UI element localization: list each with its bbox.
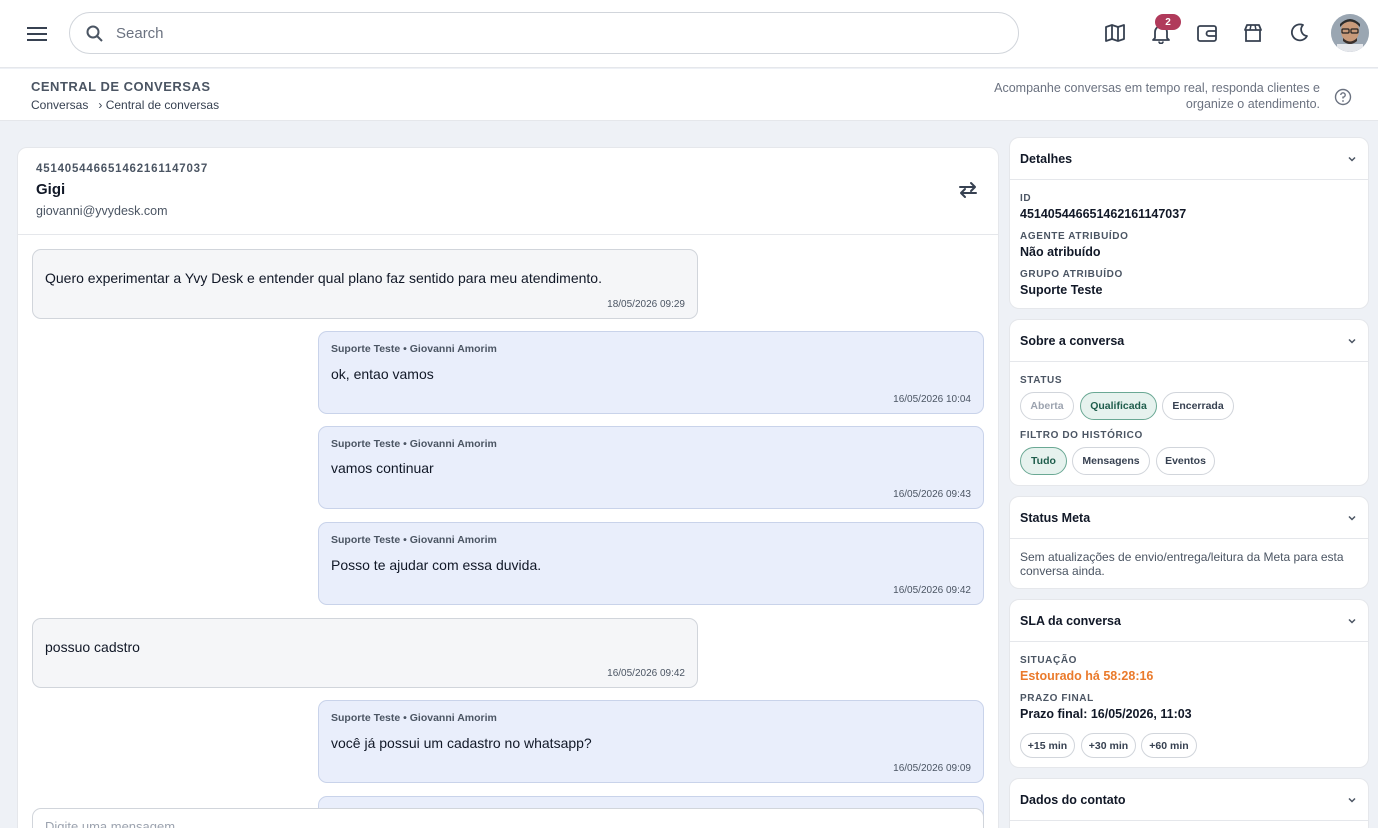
- message-outgoing: Suporte Teste • Giovanni Amorim vamos co…: [318, 426, 984, 509]
- contact-card-title: Dados do contato: [1020, 793, 1126, 807]
- agent-label: AGENTE ATRIBUÍDO: [1020, 231, 1129, 242]
- meta-status-card: Status Meta Sem atualizações de envio/en…: [1009, 496, 1369, 589]
- map-button[interactable]: [1103, 21, 1127, 45]
- store-icon: [1244, 24, 1262, 42]
- sla-situation-label: SITUAÇÃO: [1020, 655, 1078, 666]
- group-label: GRUPO ATRIBUÍDO: [1020, 269, 1123, 280]
- message-composer: [32, 808, 984, 828]
- message-text: ok, entao vamos: [331, 366, 434, 382]
- message-sender: Suporte Teste • Giovanni Amorim: [331, 343, 497, 355]
- status-label: STATUS: [1020, 375, 1063, 386]
- history-chip-tudo[interactable]: Tudo: [1020, 447, 1067, 475]
- about-card: Sobre a conversa STATUS Aberta Qualifica…: [1009, 319, 1369, 486]
- chevron-down-icon: [1348, 797, 1356, 803]
- search-bar: [69, 12, 1019, 54]
- contact-card-header[interactable]: Dados do contato: [1010, 779, 1368, 821]
- meta-status-text: Sem atualizações de envio/entrega/leitur…: [1020, 550, 1344, 578]
- message-incoming: possuo cadstro 16/05/2026 09:42: [32, 618, 698, 688]
- message-sender: Suporte Teste • Giovanni Amorim: [331, 534, 497, 546]
- message-time: 16/05/2026 09:43: [893, 489, 971, 500]
- contact-email: giovanni@yvydesk.com: [36, 204, 168, 218]
- breadcrumb: Conversas › Central de conversas: [31, 98, 219, 112]
- page-title: CENTRAL DE CONVERSAS: [31, 79, 211, 94]
- notification-badge: 2: [1155, 14, 1181, 30]
- message-sender: Suporte Teste • Giovanni Amorim: [331, 438, 497, 450]
- page-description: Acompanhe conversas em tempo real, respo…: [994, 81, 1320, 111]
- top-bar: 2: [0, 0, 1378, 68]
- chevron-down-icon: [1348, 156, 1356, 162]
- status-chip-qualificada[interactable]: Qualificada: [1080, 392, 1157, 420]
- history-chip-eventos[interactable]: Eventos: [1156, 447, 1215, 475]
- sla-add-30-button[interactable]: +30 min: [1081, 733, 1136, 758]
- details-card-header[interactable]: Detalhes: [1010, 138, 1368, 180]
- help-icon[interactable]: [1334, 88, 1352, 106]
- agent-value: Não atribuído: [1020, 245, 1101, 259]
- message-outgoing: Suporte Teste • Giovanni Amorim ok, enta…: [318, 331, 984, 414]
- about-card-header[interactable]: Sobre a conversa: [1010, 320, 1368, 362]
- details-card: Detalhes ID 451405446651462161147037 AGE…: [1009, 137, 1369, 309]
- store-button[interactable]: [1241, 21, 1265, 45]
- status-chip-aberta[interactable]: Aberta: [1020, 392, 1074, 420]
- message-time: 18/05/2026 09:29: [607, 299, 685, 310]
- message-text: Quero experimentar a Yvy Desk e entender…: [45, 270, 602, 286]
- message-text: Posso te ajudar com essa duvida.: [331, 557, 542, 573]
- contact-card: Dados do contato: [1009, 778, 1369, 828]
- sla-situation-value: Estourado há 58:28:16: [1020, 669, 1154, 683]
- chevron-down-icon: [1348, 338, 1356, 344]
- conversation-header: 451405446651462161147037 Gigi giovanni@y…: [18, 148, 998, 235]
- id-value: 451405446651462161147037: [1020, 207, 1187, 221]
- id-label: ID: [1020, 193, 1032, 204]
- contact-name: Gigi: [36, 181, 66, 198]
- message-time: 16/05/2026 09:42: [607, 668, 685, 679]
- transfer-icon[interactable]: [956, 178, 980, 202]
- group-value: Suporte Teste: [1020, 283, 1103, 297]
- message-text: possuo cadstro: [45, 639, 140, 655]
- conversation-id: 451405446651462161147037: [36, 163, 209, 175]
- sla-card-header[interactable]: SLA da conversa: [1010, 600, 1368, 642]
- page-header: CENTRAL DE CONVERSAS Conversas › Central…: [0, 69, 1378, 121]
- chevron-down-icon: [1348, 618, 1356, 624]
- sla-card: SLA da conversa SITUAÇÃO Estourado há 58…: [1009, 599, 1369, 768]
- wallet-button[interactable]: [1195, 21, 1219, 45]
- avatar[interactable]: [1331, 14, 1369, 52]
- chevron-down-icon: [1348, 515, 1356, 521]
- history-filter-label: FILTRO DO HISTÓRICO: [1020, 430, 1143, 441]
- sla-card-title: SLA da conversa: [1020, 614, 1121, 628]
- message-incoming: Quero experimentar a Yvy Desk e entender…: [32, 249, 698, 319]
- sla-add-15-button[interactable]: +15 min: [1020, 733, 1075, 758]
- status-chip-encerrada[interactable]: Encerrada: [1162, 392, 1234, 420]
- message-input[interactable]: [45, 819, 965, 828]
- message-time: 16/05/2026 09:42: [893, 585, 971, 596]
- moon-icon: [1290, 23, 1308, 42]
- meta-status-card-header[interactable]: Status Meta: [1010, 497, 1368, 539]
- search-icon: [86, 25, 103, 42]
- sla-deadline-value: Prazo final: 16/05/2026, 11:03: [1020, 707, 1192, 721]
- history-chip-mensagens[interactable]: Mensagens: [1072, 447, 1150, 475]
- breadcrumb-item-central: › Central de conversas: [98, 98, 220, 112]
- message-text: vamos continuar: [331, 460, 434, 476]
- meta-status-card-title: Status Meta: [1020, 511, 1091, 525]
- theme-toggle-button[interactable]: [1287, 21, 1311, 45]
- message-sender: Suporte Teste • Giovanni Amorim: [331, 712, 497, 724]
- message-time: 16/05/2026 10:04: [893, 394, 971, 405]
- message-outgoing: Suporte Teste • Giovanni Amorim Posso te…: [318, 522, 984, 605]
- details-card-title: Detalhes: [1020, 152, 1073, 166]
- sla-deadline-label: PRAZO FINAL: [1020, 693, 1094, 704]
- breadcrumb-item-conversas[interactable]: Conversas: [31, 98, 88, 112]
- search-input[interactable]: [116, 13, 996, 53]
- map-icon: [1105, 24, 1125, 42]
- chat-panel: 451405446651462161147037 Gigi giovanni@y…: [17, 147, 999, 828]
- message-outgoing: Suporte Teste • Giovanni Amorim você já …: [318, 700, 984, 783]
- user-avatar-image: [1331, 14, 1369, 52]
- sla-add-60-button[interactable]: +60 min: [1141, 733, 1197, 758]
- about-card-title: Sobre a conversa: [1020, 334, 1125, 348]
- wallet-icon: [1197, 25, 1217, 42]
- message-text: você já possui um cadastro no whatsapp?: [331, 735, 592, 751]
- menu-icon: [27, 27, 47, 41]
- message-time: 16/05/2026 09:09: [893, 763, 971, 774]
- menu-button[interactable]: [24, 21, 50, 47]
